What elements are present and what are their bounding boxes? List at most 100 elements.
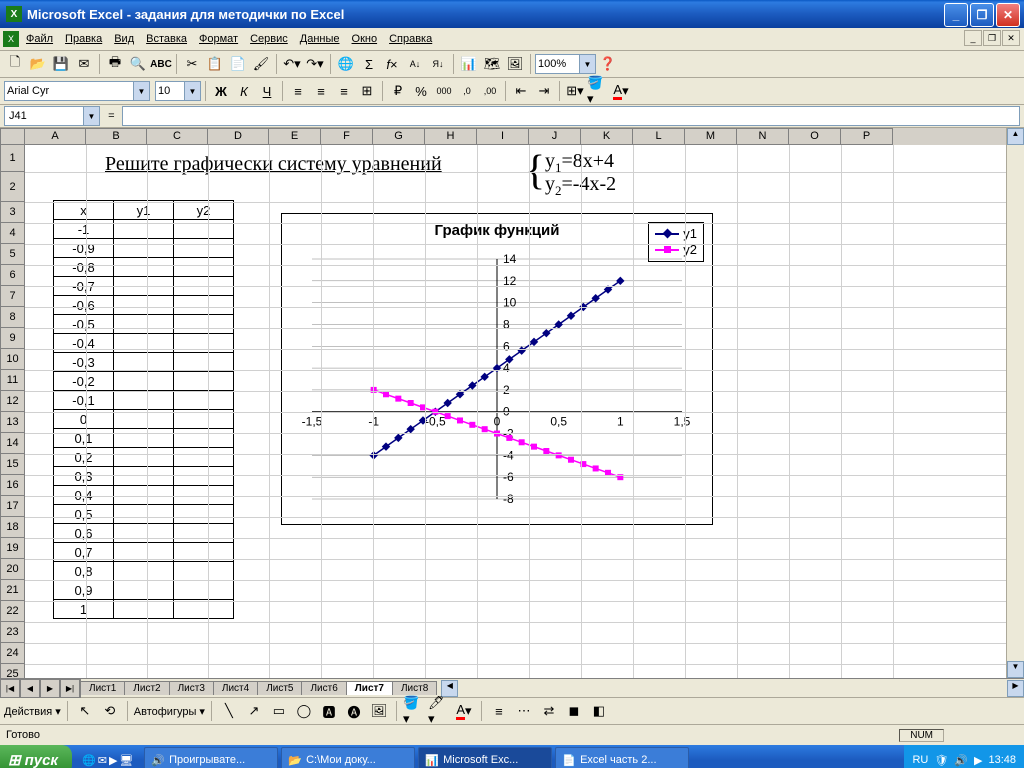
paste-button[interactable]: 📄 — [227, 53, 249, 75]
row-header-21[interactable]: 21 — [0, 580, 25, 601]
row-header-13[interactable]: 13 — [0, 412, 25, 433]
decrease-indent-button[interactable]: ⇤ — [510, 80, 532, 102]
open-button[interactable]: 📂 — [27, 53, 49, 75]
print-button[interactable]: 🖶 — [104, 53, 126, 75]
format-painter-button[interactable]: 🖌 — [250, 53, 272, 75]
worksheet[interactable]: ABCDEFGHIJKLMNOP 12345678910111213141516… — [0, 128, 1024, 678]
underline-button[interactable]: Ч — [256, 80, 278, 102]
col-header-L[interactable]: L — [633, 128, 685, 145]
mail-button[interactable]: ✉ — [73, 53, 95, 75]
vertical-scrollbar[interactable]: ▲ ▼ — [1006, 128, 1024, 678]
quicklaunch[interactable]: 🌐✉▶🖥 — [82, 754, 133, 767]
menu-service[interactable]: Сервис — [244, 31, 294, 47]
borders-button[interactable]: ⊞▾ — [564, 80, 586, 102]
rotate-button[interactable]: ⟲ — [99, 700, 121, 722]
row-header-4[interactable]: 4 — [0, 223, 25, 244]
menu-help[interactable]: Справка — [383, 31, 438, 47]
fill-color-button[interactable]: 🪣▾ — [587, 80, 609, 102]
preview-button[interactable]: 🔍 — [127, 53, 149, 75]
col-header-D[interactable]: D — [208, 128, 269, 145]
sheet-tab-Лист5[interactable]: Лист5 — [257, 681, 302, 695]
drawing-button[interactable]: 🖼 — [504, 53, 526, 75]
row-header-18[interactable]: 18 — [0, 517, 25, 538]
line-button[interactable]: ╲ — [218, 700, 240, 722]
row-header-22[interactable]: 22 — [0, 601, 25, 622]
col-header-E[interactable]: E — [269, 128, 321, 145]
taskbar-button[interactable]: 🔊Проигрывате... — [144, 747, 278, 768]
taskbar-button[interactable]: 📂С:\Мои доку... — [281, 747, 415, 768]
spellcheck-button[interactable]: ABC — [150, 53, 172, 75]
menu-view[interactable]: Вид — [108, 31, 140, 47]
col-header-O[interactable]: O — [789, 128, 841, 145]
redo-button[interactable]: ↷▾ — [304, 53, 326, 75]
row-header-2[interactable]: 2 — [0, 172, 25, 202]
dash-style-button[interactable]: ⋯ — [513, 700, 535, 722]
increase-indent-button[interactable]: ⇥ — [533, 80, 555, 102]
oval-button[interactable]: ◯ — [293, 700, 315, 722]
row-header-19[interactable]: 19 — [0, 538, 25, 559]
start-button[interactable]: ⊞пуск — [0, 745, 72, 768]
clipart-button[interactable]: 🖼 — [368, 700, 390, 722]
col-header-P[interactable]: P — [841, 128, 893, 145]
row-header-9[interactable]: 9 — [0, 328, 25, 349]
cut-button[interactable]: ✂ — [181, 53, 203, 75]
system-tray[interactable]: RU 🛡 🔊 ▶ 13:48 — [904, 745, 1024, 768]
menu-insert[interactable]: Вставка — [140, 31, 193, 47]
menu-format[interactable]: Формат — [193, 31, 244, 47]
row-header-6[interactable]: 6 — [0, 265, 25, 286]
mdi-minimize[interactable]: _ — [964, 30, 982, 46]
lang-indicator[interactable]: RU — [912, 754, 928, 766]
comma-button[interactable]: 000 — [433, 80, 455, 102]
menu-data[interactable]: Данные — [294, 31, 346, 47]
minimize-button[interactable]: _ — [944, 3, 968, 27]
row-header-8[interactable]: 8 — [0, 307, 25, 328]
autoshapes-menu[interactable]: Автофигуры ▾ — [134, 705, 205, 718]
italic-button[interactable]: К — [233, 80, 255, 102]
col-header-K[interactable]: K — [581, 128, 633, 145]
align-center-button[interactable]: ≡ — [310, 80, 332, 102]
row-header-12[interactable]: 12 — [0, 391, 25, 412]
menu-file[interactable]: Файл — [20, 31, 59, 47]
formula-bar[interactable] — [122, 106, 1020, 126]
tray-icon[interactable]: 🔊 — [954, 754, 968, 767]
hyperlink-button[interactable]: 🌐 — [335, 53, 357, 75]
increase-decimal-button[interactable]: ,0 — [456, 80, 478, 102]
data-table[interactable]: xy1y2-1-0,9-0,8-0,7-0,6-0,5-0,4-0,3-0,2-… — [53, 200, 234, 619]
sheet-tab-Лист3[interactable]: Лист3 — [169, 681, 214, 695]
row-header-25[interactable]: 25 — [0, 664, 25, 678]
menu-window[interactable]: Окно — [346, 31, 384, 47]
sort-desc-button[interactable]: Я↓ — [427, 53, 449, 75]
col-header-M[interactable]: M — [685, 128, 737, 145]
row-header-23[interactable]: 23 — [0, 622, 25, 643]
row-header-5[interactable]: 5 — [0, 244, 25, 265]
col-header-G[interactable]: G — [373, 128, 425, 145]
new-button[interactable]: 🗋 — [4, 53, 26, 75]
horizontal-scrollbar[interactable]: ◀▶ — [441, 680, 1024, 697]
sheet-tab-Лист8[interactable]: Лист8 — [392, 681, 437, 695]
zoom-combo[interactable]: 100%▼ — [535, 54, 596, 74]
row-header-1[interactable]: 1 — [0, 145, 25, 172]
textbox-button[interactable]: 🅰 — [318, 700, 340, 722]
undo-button[interactable]: ↶▾ — [281, 53, 303, 75]
font-size-combo[interactable]: 10▼ — [155, 81, 201, 101]
menu-edit[interactable]: Правка — [59, 31, 108, 47]
copy-button[interactable]: 📋 — [204, 53, 226, 75]
bold-button[interactable]: Ж — [210, 80, 232, 102]
row-header-7[interactable]: 7 — [0, 286, 25, 307]
row-header-10[interactable]: 10 — [0, 349, 25, 370]
currency-button[interactable]: ₽ — [387, 80, 409, 102]
arrow-style-button[interactable]: ⇄ — [538, 700, 560, 722]
sort-asc-button[interactable]: А↓ — [404, 53, 426, 75]
mdi-restore[interactable]: ❐ — [983, 30, 1001, 46]
autosum-button[interactable]: Σ — [358, 53, 380, 75]
col-header-I[interactable]: I — [477, 128, 529, 145]
col-header-C[interactable]: C — [147, 128, 208, 145]
row-header-3[interactable]: 3 — [0, 202, 25, 223]
col-header-F[interactable]: F — [321, 128, 373, 145]
align-right-button[interactable]: ≡ — [333, 80, 355, 102]
merge-button[interactable]: ⊞ — [356, 80, 378, 102]
chart[interactable]: График функций y1 y2 -8-6-4-202468101214… — [281, 213, 713, 525]
taskbar-button[interactable]: 📄Excel часть 2... — [555, 747, 689, 768]
line-style-button[interactable]: ≡ — [488, 700, 510, 722]
select-all-corner[interactable] — [0, 128, 25, 145]
